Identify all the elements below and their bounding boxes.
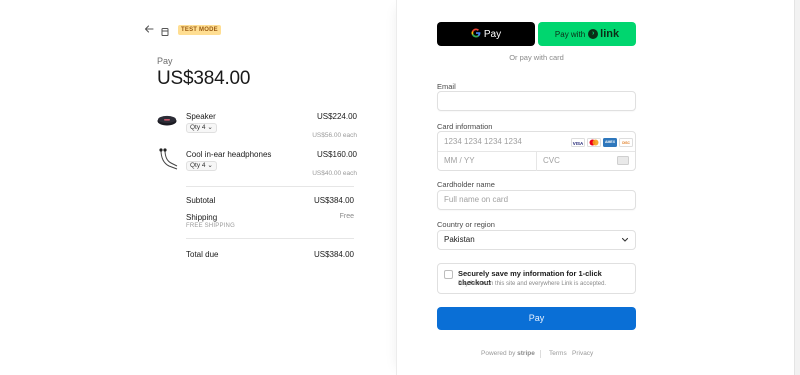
powered-by: Powered by stripe (481, 350, 535, 357)
google-pay-button[interactable]: Pay (437, 22, 535, 46)
visa-icon: VISA (571, 138, 585, 147)
link-prefix: Pay with (554, 29, 586, 39)
terms-link[interactable]: Terms (549, 350, 567, 357)
arrow-left-icon[interactable] (144, 24, 154, 34)
pay-with-link-button[interactable]: Pay with › link (538, 22, 636, 46)
quantity-select[interactable]: Qty 4 ⌄ (186, 161, 217, 171)
discover-icon: DISC (619, 138, 633, 147)
email-label: Email (437, 82, 456, 91)
chevron-down-icon: ⌄ (207, 162, 213, 169)
google-pay-label: Pay (483, 28, 502, 40)
link-brand: link (600, 28, 620, 40)
chevron-down-icon: ⌄ (207, 124, 213, 131)
cardholder-name-field[interactable]: Full name on card (437, 190, 636, 210)
divider (186, 186, 354, 187)
privacy-link[interactable]: Privacy (572, 350, 593, 357)
item-unit-price: US$56.00 each (312, 132, 357, 139)
divider (536, 151, 537, 171)
country-label: Country or region (437, 220, 495, 229)
pay-button[interactable]: Pay (437, 307, 636, 330)
shipping-value: Free (339, 213, 354, 220)
shipping-label: Shipping (186, 213, 218, 222)
storefront-icon (160, 24, 170, 36)
card-info-label: Card information (437, 122, 493, 131)
total-label: Total due (186, 250, 219, 259)
cvc-card-icon (617, 156, 629, 165)
stripe-logo: stripe (517, 350, 535, 357)
shipping-sub: FREE SHIPPING (186, 223, 235, 229)
total-value: US$384.00 (313, 250, 354, 259)
card-info-group: 1234 1234 1234 1234 VISA AMEX DISC MM / … (437, 131, 636, 171)
save-info-subtitle: Pay faster on this site and everywhere L… (458, 281, 607, 287)
cvc-input[interactable]: CVC (543, 156, 560, 165)
or-pay-with-card: Or pay with card (509, 53, 564, 62)
quantity-select[interactable]: Qty 4 ⌄ (186, 123, 217, 133)
amex-icon: AMEX (603, 138, 617, 147)
item-unit-price: US$40.00 each (312, 170, 357, 177)
divider (540, 350, 541, 358)
google-g-icon (471, 28, 481, 41)
cardholder-label: Cardholder name (437, 180, 495, 189)
quantity-label: Qty 4 (190, 124, 206, 131)
country-value: Pakistan (444, 235, 475, 244)
subtotal-label: Subtotal (186, 196, 216, 205)
window-edge (794, 0, 800, 375)
mastercard-icon (587, 138, 601, 147)
item-name: Speaker (186, 112, 216, 121)
test-mode-badge: TEST MODE (178, 25, 221, 35)
country-select[interactable]: Pakistan (437, 230, 636, 250)
total-amount: US$384.00 (157, 68, 251, 89)
pay-label: Pay (157, 56, 173, 66)
item-name: Cool in-ear headphones (186, 150, 272, 159)
link-arrow-icon: › (588, 29, 599, 39)
expiry-input[interactable]: MM / YY (444, 156, 475, 165)
subtotal-value: US$384.00 (313, 196, 354, 205)
powered-by-label: Powered by (481, 350, 516, 357)
save-info-box: Securely save my information for 1-click… (437, 263, 636, 294)
headphones-image (157, 147, 178, 170)
chevron-down-icon (621, 231, 629, 256)
save-info-checkbox[interactable] (444, 270, 453, 279)
speaker-image (157, 113, 177, 133)
quantity-label: Qty 4 (190, 162, 206, 169)
item-price: US$224.00 (316, 112, 357, 121)
card-number-input[interactable]: 1234 1234 1234 1234 (444, 137, 522, 146)
order-summary-panel (0, 0, 397, 375)
email-field[interactable] (437, 91, 636, 111)
item-price: US$160.00 (316, 150, 357, 159)
divider (186, 238, 354, 239)
